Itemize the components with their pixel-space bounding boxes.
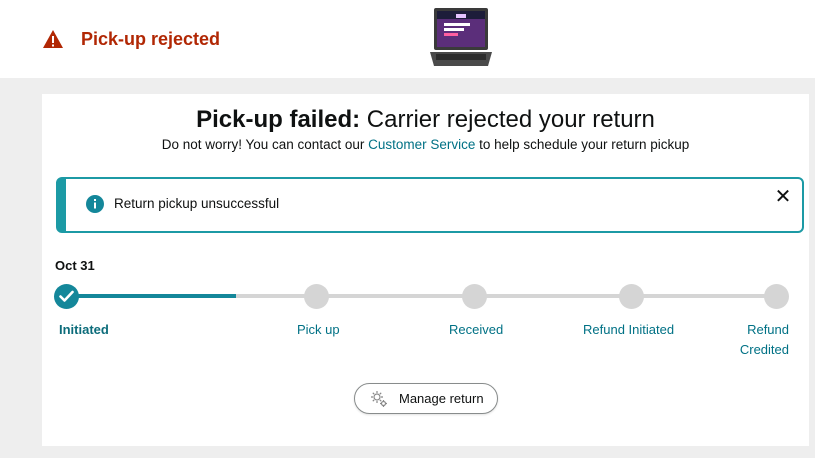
- step-label-refund-initiated: Refund Initiated: [583, 322, 675, 337]
- status-title: Pick-up rejected: [81, 29, 221, 49]
- warning-triangle-icon: [43, 30, 63, 48]
- step-dot-pick-up: [304, 284, 329, 309]
- progress-fill: [66, 294, 236, 298]
- progress-track: [66, 294, 776, 298]
- progress-date: Oct 31: [55, 258, 95, 273]
- help-text: Do not worry! You can contact our Custom…: [42, 137, 809, 152]
- step-dot-refund-initiated: [619, 284, 644, 309]
- manage-return-button[interactable]: Manage return: [354, 383, 498, 414]
- info-alert: Return pickup unsuccessful ✕: [56, 177, 804, 233]
- return-status-card: Pick-up failed: Carrier rejected your re…: [42, 94, 809, 446]
- step-dot-initiated: [54, 284, 79, 309]
- alert-message: Return pickup unsuccessful: [114, 196, 280, 211]
- step-dot-received: [462, 284, 487, 309]
- step-label-received: Received: [449, 322, 504, 337]
- step-label-refund-credited: Refund Credited: [739, 322, 789, 357]
- manage-return-label: Manage return: [399, 391, 484, 406]
- info-icon: [86, 195, 104, 213]
- help-text-after: to help schedule your return pickup: [475, 137, 690, 152]
- laptop-thumbnail[interactable]: [428, 6, 494, 70]
- customer-service-link[interactable]: Customer Service: [368, 137, 475, 152]
- page-headline: Pick-up failed: Carrier rejected your re…: [42, 106, 809, 134]
- check-icon: [59, 290, 74, 302]
- gear-icon: [371, 391, 387, 407]
- headline-rest: Carrier rejected your return: [360, 106, 655, 133]
- top-bar: Pick-up rejected: [0, 0, 815, 78]
- headline-bold: Pick-up failed:: [196, 106, 361, 133]
- step-label-initiated: Initiated: [59, 322, 109, 337]
- step-dot-refund-credited: [764, 284, 789, 309]
- help-text-before: Do not worry! You can contact our: [161, 137, 369, 152]
- step-label-pick-up: Pick up: [297, 322, 340, 337]
- close-icon[interactable]: ✕: [773, 187, 793, 207]
